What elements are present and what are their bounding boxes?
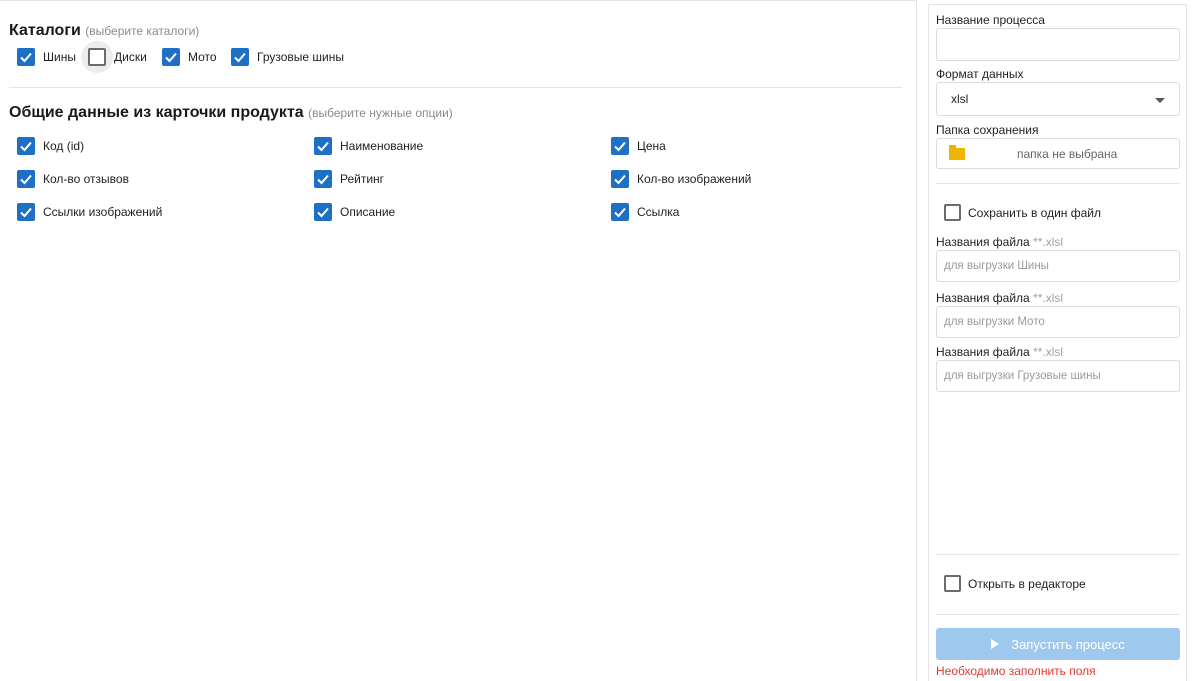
caret-down-icon bbox=[1155, 98, 1165, 103]
product-title: Общие данные из карточки продукта (выбер… bbox=[9, 104, 453, 121]
checkbox-checked-icon bbox=[314, 203, 332, 221]
file-name-label-3: Названия файла **.xlsl bbox=[936, 345, 1064, 359]
option-label: Код (id) bbox=[43, 139, 85, 153]
catalogs-hint: (выберите каталоги) bbox=[85, 24, 200, 38]
checkbox-checked-icon bbox=[611, 203, 629, 221]
catalog-label: Мото bbox=[188, 50, 217, 64]
option-label: Ссылка bbox=[637, 205, 680, 219]
option-checkbox-rating[interactable]: Рейтинг bbox=[314, 170, 384, 188]
catalog-label: Грузовые шины bbox=[257, 50, 344, 64]
file-name-label-2: Названия файла **.xlsl bbox=[936, 291, 1064, 305]
option-checkbox-image-links[interactable]: Ссылки изображений bbox=[17, 203, 162, 221]
file-name-input-tires[interactable]: для выгрузки Шины bbox=[936, 250, 1180, 282]
process-name-label: Название процесса bbox=[936, 13, 1045, 27]
checkbox-checked-icon bbox=[231, 48, 249, 66]
sidebar-divider bbox=[936, 554, 1180, 555]
checkbox-checked-icon bbox=[162, 48, 180, 66]
run-process-button[interactable]: Запустить процесс bbox=[936, 628, 1180, 660]
option-label: Наименование bbox=[340, 139, 424, 153]
run-process-label: Запустить процесс bbox=[1011, 636, 1125, 652]
option-label: Кол-во отзывов bbox=[43, 172, 129, 186]
file-ext-hint: **.xlsl bbox=[1033, 235, 1064, 249]
settings-panel: Каталоги (выберите каталоги) Шины Диски … bbox=[0, 0, 917, 681]
play-icon bbox=[991, 639, 1000, 649]
checkbox-unchecked-icon bbox=[944, 204, 961, 221]
file-name-placeholder: для выгрузки Мото bbox=[944, 316, 1045, 328]
file-name-placeholder: для выгрузки Грузовые шины bbox=[944, 370, 1101, 382]
process-sidebar: Название процесса Формат данных xlsl Пап… bbox=[928, 4, 1187, 681]
option-checkbox-images-count[interactable]: Кол-во изображений bbox=[611, 170, 751, 188]
folder-picker[interactable]: папка не выбрана bbox=[936, 138, 1180, 169]
catalog-label: Шины bbox=[43, 50, 76, 64]
checkbox-checked-icon bbox=[17, 48, 35, 66]
checkbox-checked-icon bbox=[611, 137, 629, 155]
option-checkbox-link[interactable]: Ссылка bbox=[611, 203, 679, 221]
file-ext-hint: **.xlsl bbox=[1033, 291, 1064, 305]
file-name-input-moto[interactable]: для выгрузки Мото bbox=[936, 306, 1180, 338]
file-name-input-truck-tires[interactable]: для выгрузки Грузовые шины bbox=[936, 360, 1180, 392]
catalog-checkbox-moto[interactable]: Мото bbox=[162, 48, 217, 66]
save-one-file-checkbox[interactable]: Сохранить в один файл bbox=[944, 204, 1101, 221]
checkbox-checked-icon bbox=[17, 203, 35, 221]
format-label: Формат данных bbox=[936, 67, 1024, 81]
checkbox-unchecked-icon bbox=[88, 48, 106, 66]
sidebar-divider bbox=[936, 614, 1180, 615]
process-name-input[interactable] bbox=[936, 28, 1180, 61]
catalog-label: Диски bbox=[114, 50, 147, 64]
save-one-file-label: Сохранить в один файл bbox=[968, 205, 1102, 220]
checkbox-checked-icon bbox=[17, 170, 35, 188]
file-name-placeholder: для выгрузки Шины bbox=[944, 260, 1049, 272]
catalog-checkbox-tires[interactable]: Шины bbox=[17, 48, 76, 66]
section-divider bbox=[9, 87, 902, 88]
checkbox-checked-icon bbox=[314, 170, 332, 188]
open-editor-checkbox[interactable]: Открыть в редакторе bbox=[944, 575, 1086, 592]
option-checkbox-id[interactable]: Код (id) bbox=[17, 137, 84, 155]
option-label: Рейтинг bbox=[340, 172, 385, 186]
folder-label: Папка сохранения bbox=[936, 123, 1039, 137]
folder-value: папка не выбрана bbox=[1017, 147, 1118, 161]
checkbox-checked-icon bbox=[17, 137, 35, 155]
catalog-checkbox-truck-tires[interactable]: Грузовые шины bbox=[231, 48, 344, 66]
option-label: Цена bbox=[637, 139, 666, 153]
format-select[interactable]: xlsl bbox=[936, 82, 1180, 116]
product-hint: (выберите нужные опции) bbox=[308, 106, 453, 120]
open-editor-label: Открыть в редакторе bbox=[968, 576, 1086, 591]
sidebar-divider bbox=[936, 183, 1180, 184]
file-name-label-1: Названия файла **.xlsl bbox=[936, 235, 1064, 249]
validation-error: Необходимо заполнить поля bbox=[936, 664, 1096, 678]
catalog-checkbox-wheels[interactable]: Диски bbox=[88, 48, 147, 66]
file-ext-hint: **.xlsl bbox=[1033, 345, 1064, 359]
checkbox-checked-icon bbox=[611, 170, 629, 188]
option-label: Кол-во изображений bbox=[637, 172, 752, 186]
option-checkbox-description[interactable]: Описание bbox=[314, 203, 395, 221]
checkbox-checked-icon bbox=[314, 137, 332, 155]
format-value: xlsl bbox=[951, 92, 969, 106]
option-checkbox-name[interactable]: Наименование bbox=[314, 137, 423, 155]
folder-icon bbox=[949, 145, 965, 160]
checkbox-unchecked-icon bbox=[944, 575, 961, 592]
option-label: Ссылки изображений bbox=[43, 205, 163, 219]
option-checkbox-price[interactable]: Цена bbox=[611, 137, 666, 155]
catalogs-title: Каталоги (выберите каталоги) bbox=[9, 22, 200, 39]
option-checkbox-reviews-count[interactable]: Кол-во отзывов bbox=[17, 170, 129, 188]
option-label: Описание bbox=[340, 205, 396, 219]
